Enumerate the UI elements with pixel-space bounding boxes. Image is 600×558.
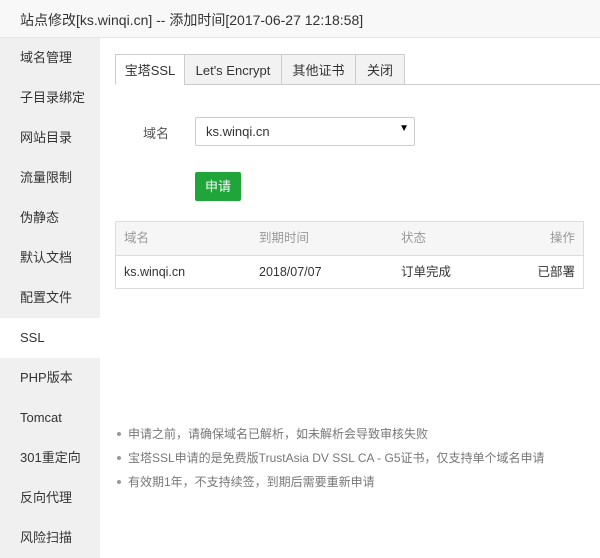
sidebar-item-domain-management[interactable]: 域名管理 <box>0 38 100 78</box>
tips-list: 申请之前，请确保域名已解析，如未解析会导致审核失败 宝塔SSL申请的是免费版Tr… <box>115 425 595 497</box>
table-row: ks.winqi.cn 2018/07/07 订单完成 已部署 <box>116 256 583 289</box>
tip-text: 宝塔SSL申请的是免费版TrustAsia DV SSL CA - G5证书，仅… <box>128 451 545 465</box>
row-domain: ks.winqi.cn <box>124 265 186 279</box>
tab-bar: 宝塔SSL Let's Encrypt 其他证书 关闭 <box>115 54 600 85</box>
column-header-domain: 域名 <box>124 231 150 245</box>
table-header: 域名 到期时间 状态 操作 <box>116 222 583 256</box>
sidebar-item-config-file[interactable]: 配置文件 <box>0 278 100 318</box>
tab-baota-ssl[interactable]: 宝塔SSL <box>115 54 185 85</box>
sidebar-item-ssl[interactable]: SSL <box>0 318 100 358</box>
title-bar: 站点修改[ks.winqi.cn] -- 添加时间[2017-06-27 12:… <box>0 0 600 38</box>
column-header-status: 状态 <box>401 231 427 245</box>
sidebar-item-default-document[interactable]: 默认文档 <box>0 238 100 278</box>
sidebar-item-reverse-proxy[interactable]: 反向代理 <box>0 478 100 518</box>
list-item: 有效期1年，不支持续签，到期后需要重新申请 <box>115 473 595 497</box>
sidebar-item-site-directory[interactable]: 网站目录 <box>0 118 100 158</box>
window-title: 站点修改[ks.winqi.cn] -- 添加时间[2017-06-27 12:… <box>20 12 364 28</box>
tip-text: 有效期1年，不支持续签，到期后需要重新申请 <box>128 475 375 489</box>
sidebar-item-risk-scan[interactable]: 风险扫描 <box>0 518 100 558</box>
tab-other-certificate[interactable]: 其他证书 <box>281 54 356 85</box>
sidebar-item-tomcat[interactable]: Tomcat <box>0 398 100 438</box>
list-item: 宝塔SSL申请的是免费版TrustAsia DV SSL CA - G5证书，仅… <box>115 449 595 473</box>
certificate-table: 域名 到期时间 状态 操作 ks.winqi.cn 2018/07/07 订单完… <box>115 221 584 289</box>
row-expiry-date: 2018/07/07 <box>259 265 322 279</box>
list-item: 申请之前，请确保域名已解析，如未解析会导致审核失败 <box>115 425 595 449</box>
tab-close[interactable]: 关闭 <box>355 54 405 85</box>
sidebar-item-traffic-limit[interactable]: 流量限制 <box>0 158 100 198</box>
sidebar: 域名管理 子目录绑定 网站目录 流量限制 伪静态 默认文档 配置文件 SSL P… <box>0 38 100 558</box>
bullet-icon <box>117 480 121 484</box>
bullet-icon <box>117 456 121 460</box>
row-action: 已部署 <box>537 265 575 279</box>
sidebar-item-php-version[interactable]: PHP版本 <box>0 358 100 398</box>
domain-label: 域名 <box>143 126 170 141</box>
main-panel: 宝塔SSL Let's Encrypt 其他证书 关闭 域名 ks.winqi.… <box>100 38 600 558</box>
chevron-down-icon: ▼ <box>399 123 409 134</box>
apply-button[interactable]: 申请 <box>195 172 241 201</box>
sidebar-item-rewrite[interactable]: 伪静态 <box>0 198 100 238</box>
column-header-action: 操作 <box>549 231 575 245</box>
sidebar-item-subdirectory-binding[interactable]: 子目录绑定 <box>0 78 100 118</box>
bullet-icon <box>117 432 121 436</box>
column-header-expiry: 到期时间 <box>259 231 310 245</box>
domain-select[interactable]: ks.winqi.cn ▼ <box>195 117 415 146</box>
tip-text: 申请之前，请确保域名已解析，如未解析会导致审核失败 <box>128 427 429 441</box>
domain-select-value: ks.winqi.cn <box>206 124 270 139</box>
sidebar-item-301-redirect[interactable]: 301重定向 <box>0 438 100 478</box>
tab-lets-encrypt[interactable]: Let's Encrypt <box>184 54 282 85</box>
row-status: 订单完成 <box>401 265 452 279</box>
